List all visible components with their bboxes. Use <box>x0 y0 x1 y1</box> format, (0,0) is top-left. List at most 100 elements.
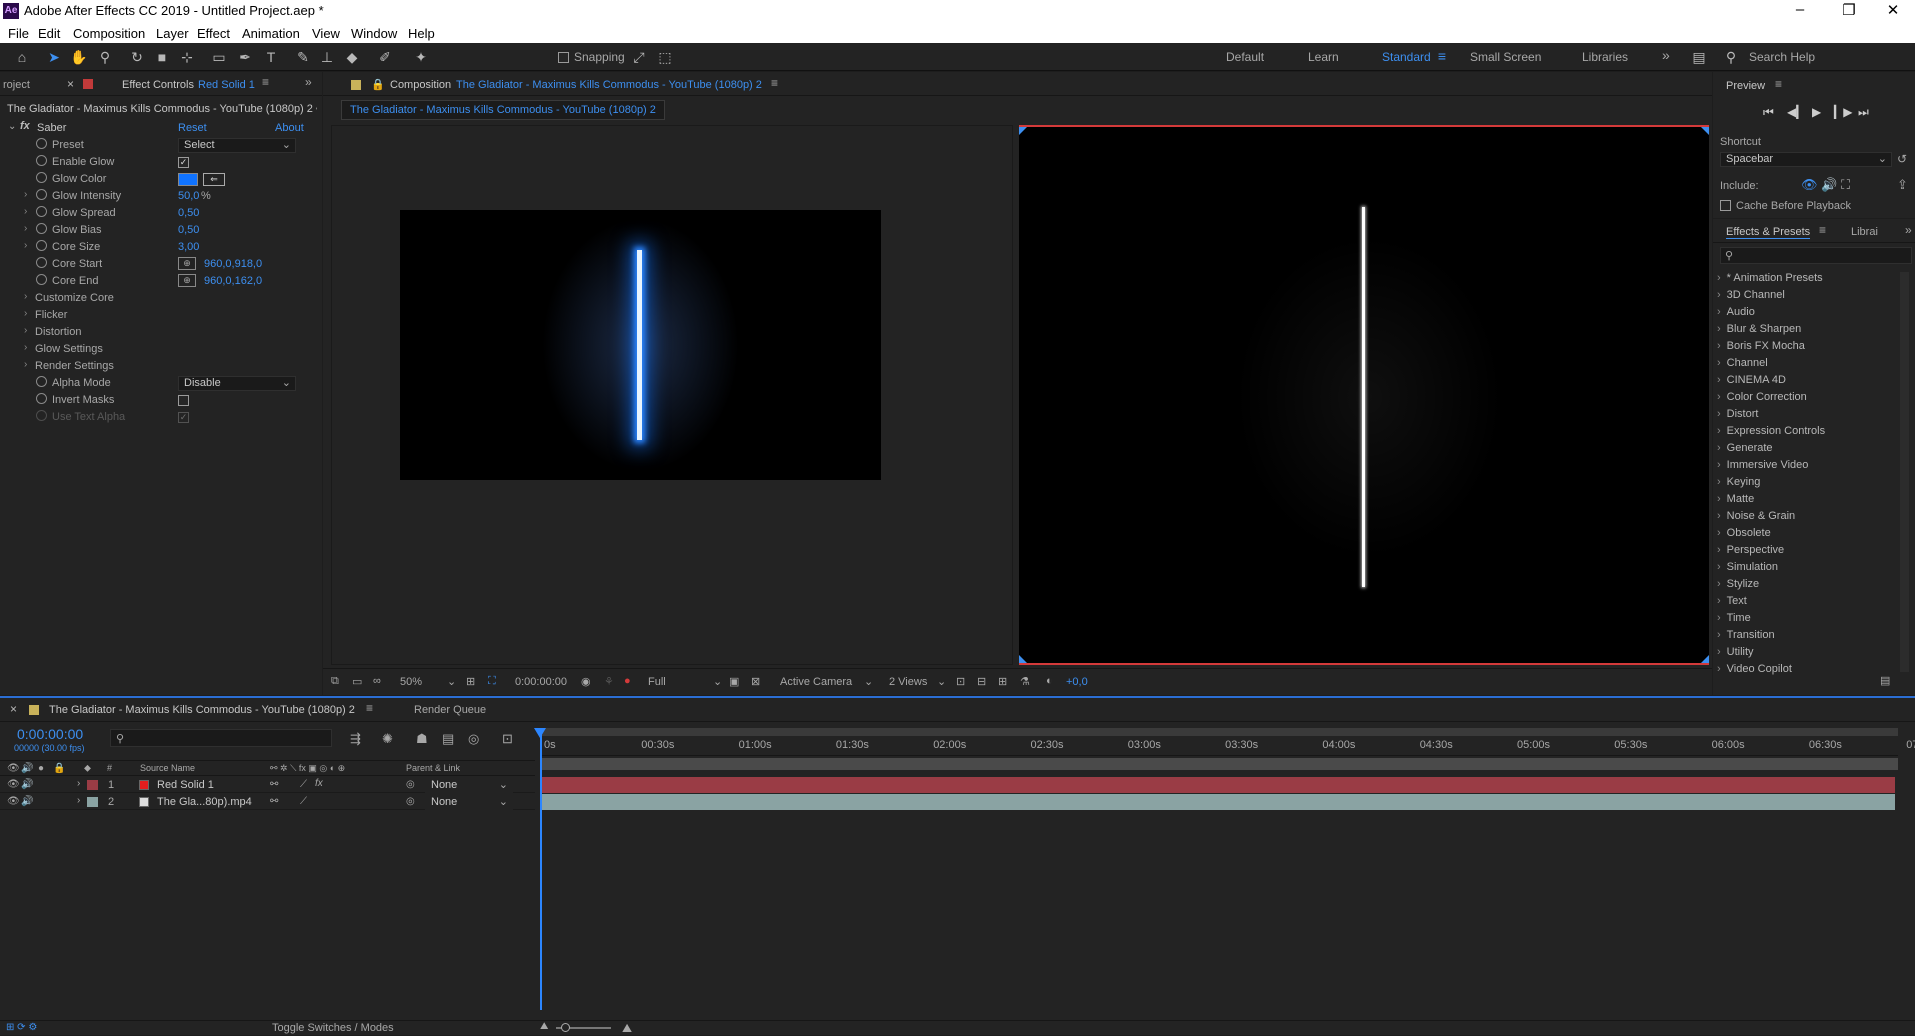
expand-arrow-icon[interactable]: › <box>1717 289 1721 301</box>
expand-arrow-icon[interactable]: › <box>1717 663 1721 675</box>
menu-view[interactable]: View <box>312 26 340 41</box>
group-distortion[interactable]: › Distortion <box>0 324 302 341</box>
expand-arrow-icon[interactable]: › <box>1717 391 1721 403</box>
layer-name[interactable]: The Gla...80p).mp4 <box>157 796 252 808</box>
always-preview-icon[interactable]: ⧉ <box>331 675 339 688</box>
expand-arrow-icon[interactable]: › <box>1717 425 1721 437</box>
layer-row[interactable]: 👁 🔊 › 1 Red Solid 1 ⚯ ⟋ fx ◎ None ⌄ <box>0 777 535 793</box>
expand-arrow-icon[interactable]: › <box>24 223 27 234</box>
effects-category-item[interactable]: › Boris FX Mocha <box>1717 340 1805 352</box>
expand-arrow-icon[interactable]: › <box>1717 595 1721 607</box>
column-parent-link[interactable]: Parent & Link <box>406 763 460 773</box>
shortcut-dropdown[interactable]: Spacebar ⌄ <box>1720 152 1892 167</box>
effects-category-item[interactable]: › Text <box>1717 595 1747 607</box>
group-render-settings[interactable]: › Render Settings <box>0 358 302 375</box>
effects-category-item[interactable]: › Simulation <box>1717 561 1778 573</box>
effects-category-item[interactable]: › Noise & Grain <box>1717 510 1795 522</box>
transparency-grid-icon[interactable]: ▣ <box>729 675 739 688</box>
quality-switch-icon[interactable]: ⟋ <box>300 796 307 807</box>
effects-category-item[interactable]: › Immersive Video <box>1717 459 1808 471</box>
effects-category-item[interactable]: › Channel <box>1717 357 1768 369</box>
expand-arrow-icon[interactable]: › <box>1717 408 1721 420</box>
expand-arrow-icon[interactable]: › <box>1717 527 1721 539</box>
workspace-small-screen[interactable]: Small Screen <box>1470 50 1541 64</box>
close-icon[interactable]: × <box>10 702 17 716</box>
playhead[interactable] <box>540 730 542 1010</box>
label-color-swatch[interactable] <box>87 780 98 790</box>
pickwhip-icon[interactable]: ◎ <box>406 779 415 790</box>
expand-arrow-icon[interactable]: › <box>24 325 27 336</box>
eye-icon[interactable]: 👁 <box>7 796 20 807</box>
show-snapshot-icon[interactable]: ⚘ <box>604 675 614 688</box>
expand-arrow-icon[interactable]: › <box>1717 340 1721 352</box>
expand-arrow-icon[interactable]: › <box>24 206 27 217</box>
menu-effect[interactable]: Effect <box>197 26 230 41</box>
layer-name[interactable]: Red Solid 1 <box>157 779 214 791</box>
preset-dropdown[interactable]: Select ⌄ <box>178 138 296 153</box>
stopwatch-icon[interactable] <box>36 393 47 404</box>
effects-category-item[interactable]: › Distort <box>1717 408 1758 420</box>
brush-tool-icon[interactable]: ✎ <box>294 48 312 66</box>
stopwatch-icon[interactable] <box>36 257 47 268</box>
quality-switch-icon[interactable]: ⟋ <box>300 779 307 790</box>
tab-libraries[interactable]: Librai <box>1851 226 1878 238</box>
snapping-option-icon[interactable]: ⤢ <box>630 48 648 66</box>
shy-switch-icon[interactable]: ⚯ <box>270 779 278 790</box>
stopwatch-icon[interactable] <box>36 189 47 200</box>
rectangle-tool-icon[interactable]: ▭ <box>210 48 228 66</box>
shy-switch-icon[interactable]: ⚯ <box>270 796 278 807</box>
stopwatch-icon[interactable] <box>36 172 47 183</box>
playhead-handle-icon[interactable] <box>534 728 546 738</box>
eye-icon[interactable]: 👁 <box>7 779 20 790</box>
expand-arrow-icon[interactable]: › <box>1717 374 1721 386</box>
menu-help[interactable]: Help <box>408 26 435 41</box>
reset-exposure-icon[interactable]: ⊟ <box>977 675 986 688</box>
crosshair-icon[interactable]: ⊕ <box>178 274 196 287</box>
minimize-button[interactable]: – <box>1780 1 1820 18</box>
invert-masks-checkbox[interactable] <box>178 395 189 406</box>
tab-effects-presets[interactable]: Effects & Presets <box>1726 226 1811 239</box>
panel-menu-icon[interactable]: ≡ <box>262 75 269 89</box>
menu-layer[interactable]: Layer <box>156 26 189 41</box>
effects-category-item[interactable]: › Color Correction <box>1717 391 1807 403</box>
expand-arrow-icon[interactable]: › <box>1717 493 1721 505</box>
tab-project[interactable]: roject <box>3 79 30 91</box>
menu-edit[interactable]: Edit <box>38 26 60 41</box>
composition-subtab[interactable]: The Gladiator - Maximus Kills Commodus -… <box>341 100 665 120</box>
glow-spread-value[interactable]: 0,50 <box>178 207 199 219</box>
menu-window[interactable]: Window <box>351 26 397 41</box>
view-options-icon[interactable]: ⊡ <box>956 675 965 688</box>
enable-glow-checkbox[interactable]: ✓ <box>178 157 189 168</box>
layer-2-bar[interactable] <box>540 794 1895 810</box>
crosshair-icon[interactable]: ⊕ <box>178 257 196 270</box>
camera-dropdown[interactable]: Active Camera <box>780 676 852 688</box>
zoom-tool-icon[interactable]: ⚲ <box>96 48 114 66</box>
pen-tool-icon[interactable]: ✒ <box>236 48 254 66</box>
expand-arrow-icon[interactable]: › <box>1717 272 1721 284</box>
stopwatch-icon[interactable] <box>36 376 47 387</box>
expand-arrow-icon[interactable]: › <box>1717 323 1721 335</box>
flowchart-icon[interactable]: ⚗ <box>1020 675 1030 688</box>
fx-switch-icon[interactable]: fx <box>315 778 323 789</box>
shy-icon[interactable]: ☗ <box>416 731 428 747</box>
eyedropper-icon[interactable]: ⇐ <box>203 173 225 186</box>
workspace-default[interactable]: Default <box>1226 50 1264 64</box>
hand-tool-icon[interactable]: ✋ <box>70 48 88 66</box>
current-time[interactable]: 0:00:00:00 <box>515 676 567 688</box>
speaker-icon[interactable]: 🔊 <box>21 796 33 807</box>
effects-category-item[interactable]: › * Animation Presets <box>1717 272 1823 284</box>
panel-overflow-icon[interactable]: » <box>305 75 312 89</box>
menu-file[interactable]: File <box>8 26 29 41</box>
panel-menu-icon[interactable]: ≡ <box>1819 223 1826 237</box>
preview-title[interactable]: Preview <box>1726 80 1765 92</box>
expand-arrow-icon[interactable]: › <box>1717 442 1721 454</box>
effects-category-item[interactable]: › Blur & Sharpen <box>1717 323 1801 335</box>
close-icon[interactable]: × <box>67 77 74 91</box>
workspace-toggle-icon[interactable]: ▤ <box>1690 48 1708 66</box>
last-frame-icon[interactable]: ⏭ <box>1858 105 1869 120</box>
column-number[interactable]: # <box>107 763 112 773</box>
effect-header-row[interactable]: ⌄ fx Saber Reset About <box>0 120 304 137</box>
draft-3d-icon[interactable]: ✺ <box>382 731 393 747</box>
roto-brush-tool-icon[interactable]: ✐ <box>376 48 394 66</box>
effects-category-item[interactable]: › Perspective <box>1717 544 1784 556</box>
